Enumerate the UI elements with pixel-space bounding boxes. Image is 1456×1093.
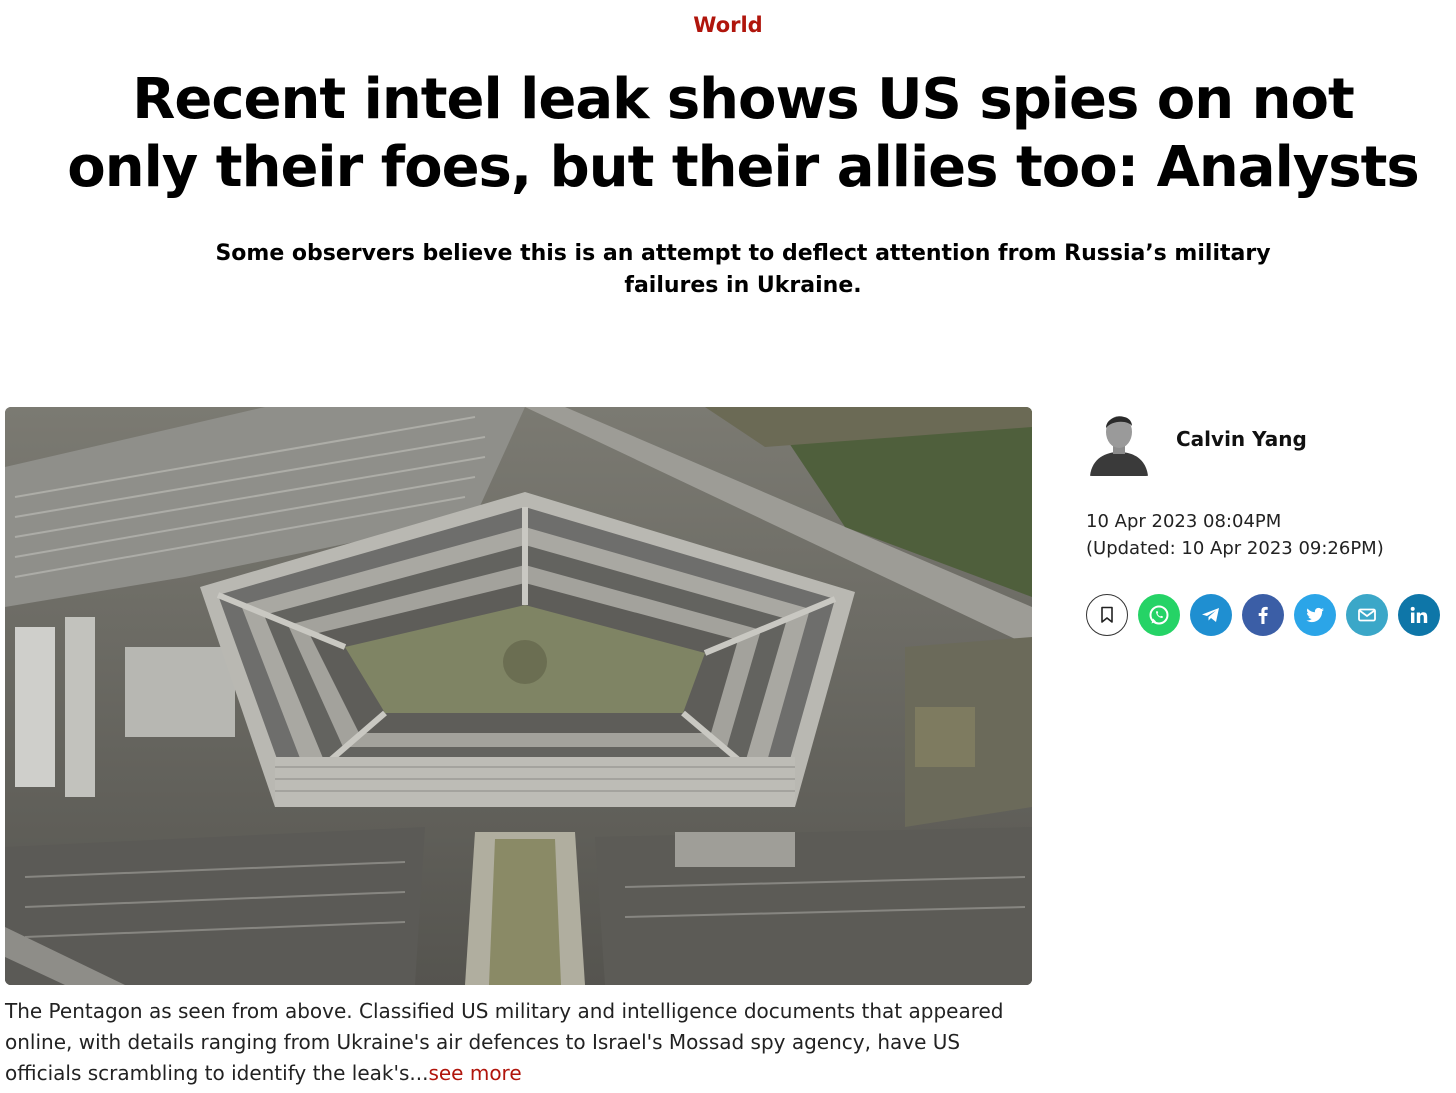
bookmark-icon — [1101, 606, 1113, 623]
article-subheadline: Some observers believe this is an attemp… — [215, 241, 1271, 298]
article-dates: 10 Apr 2023 08:04PM (Updated: 10 Apr 202… — [1086, 508, 1384, 562]
email-icon — [1358, 608, 1376, 622]
linkedin-icon — [1410, 606, 1428, 623]
twitter-share-button[interactable] — [1294, 594, 1336, 636]
bookmark-button[interactable] — [1086, 594, 1128, 636]
telegram-share-button[interactable] — [1190, 594, 1232, 636]
author-block: Calvin Yang — [1086, 406, 1446, 478]
facebook-share-button[interactable] — [1242, 594, 1284, 636]
pentagon-aerial-photo — [5, 407, 1032, 985]
updated-date: (Updated: 10 Apr 2023 09:26PM) — [1086, 538, 1384, 559]
hero-caption: The Pentagon as seen from above. Classif… — [5, 996, 1035, 1089]
facebook-icon — [1258, 606, 1268, 624]
email-share-button[interactable] — [1346, 594, 1388, 636]
section-label[interactable]: World — [0, 12, 1456, 38]
hero-image[interactable] — [5, 407, 1032, 985]
whatsapp-share-button[interactable] — [1138, 594, 1180, 636]
linkedin-share-button[interactable] — [1398, 594, 1440, 636]
telegram-icon — [1202, 608, 1219, 622]
published-date: 10 Apr 2023 08:04PM — [1086, 511, 1282, 532]
author-avatar[interactable] — [1086, 406, 1152, 476]
whatsapp-icon — [1149, 605, 1169, 625]
author-name[interactable]: Calvin Yang — [1176, 426, 1307, 452]
twitter-icon — [1306, 607, 1324, 623]
share-bar — [1086, 594, 1446, 636]
see-more-link[interactable]: see more — [428, 1061, 521, 1085]
article-headline: Recent intel leak shows US spies on not … — [67, 67, 1419, 200]
